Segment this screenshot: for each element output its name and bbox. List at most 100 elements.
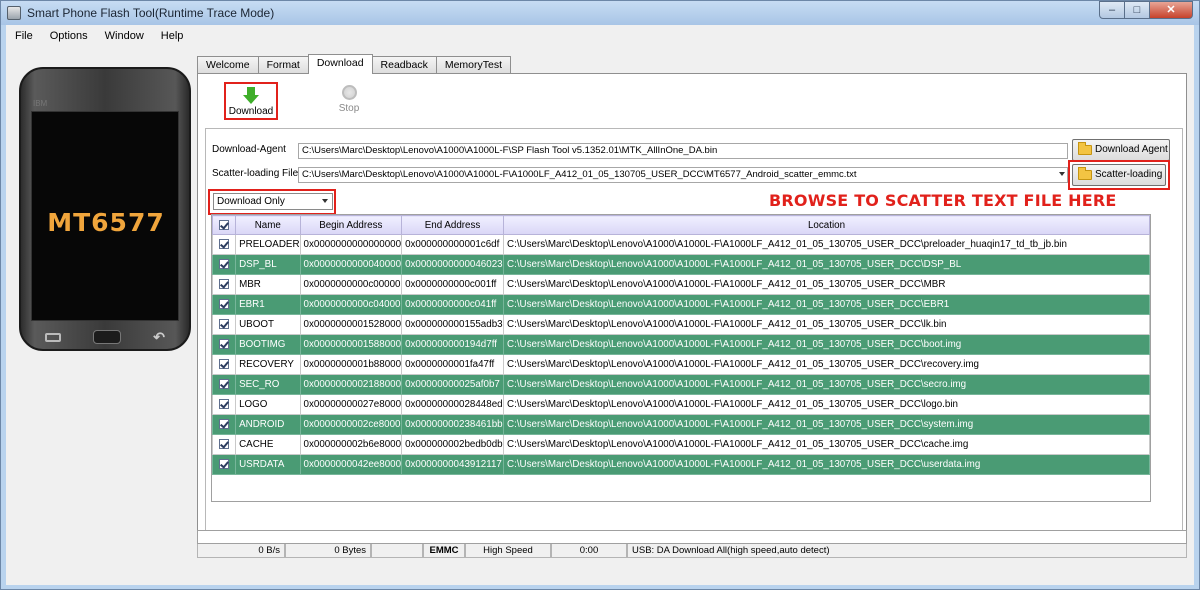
checkbox-icon[interactable] <box>219 279 230 290</box>
checkbox-icon[interactable] <box>219 419 230 430</box>
row-checkbox-cell[interactable] <box>212 394 237 415</box>
row-checkbox-cell[interactable] <box>212 454 237 475</box>
status-time: 0:00 <box>551 544 627 558</box>
header-location[interactable]: Location <box>503 215 1150 235</box>
table-row[interactable]: PRELOADER 0x0000000000000000 0x00000000000… <box>212 234 1150 255</box>
minimize-button[interactable]: – <box>1099 1 1125 19</box>
row-checkbox-cell[interactable] <box>212 254 237 275</box>
row-checkbox-cell[interactable] <box>212 294 237 315</box>
folder-icon <box>1078 167 1092 180</box>
checkbox-icon[interactable] <box>219 379 230 390</box>
row-checkbox-cell[interactable] <box>212 414 237 435</box>
checkbox-icon[interactable] <box>219 259 230 270</box>
download-mode-select[interactable]: Download Only <box>213 193 333 210</box>
tab-download[interactable]: Download <box>307 54 373 74</box>
download-mode-value: Download Only <box>217 196 285 207</box>
cell-location: C:\Users\Marc\Desktop\Lenovo\A1000\A1000… <box>503 394 1150 415</box>
app-icon <box>7 6 21 20</box>
table-row[interactable]: RECOVERY 0x0000000001b88000 0x0000000001fa… <box>212 354 1150 375</box>
header-name[interactable]: Name <box>235 215 301 235</box>
cell-name: DSP_BL <box>235 254 301 275</box>
scatter-loading-button[interactable]: Scatter-loading <box>1072 164 1166 186</box>
checkbox-icon[interactable] <box>219 459 230 470</box>
menu-window[interactable]: Window <box>96 30 152 42</box>
menu-options[interactable]: Options <box>41 30 96 42</box>
row-checkbox-cell[interactable] <box>212 334 237 355</box>
table-row[interactable]: CACHE 0x000000002b6e8000 0x000000002bedb0d… <box>212 434 1150 455</box>
checkbox-icon[interactable] <box>219 439 230 450</box>
row-checkbox-cell[interactable] <box>212 374 237 395</box>
table-row[interactable]: ANDROID 0x0000000002ce8000 0x0000000023846… <box>212 414 1150 435</box>
cell-begin-address: 0x0000000001528000 <box>299 314 403 335</box>
cell-location: C:\Users\Marc\Desktop\Lenovo\A1000\A1000… <box>503 354 1150 375</box>
table-row[interactable]: SEC_RO 0x0000000002188000 0x00000000025af0… <box>212 374 1150 395</box>
close-button[interactable]: ✕ <box>1149 1 1193 19</box>
tab-readback[interactable]: Readback <box>371 56 437 74</box>
tab-format[interactable]: Format <box>257 56 309 74</box>
tab-welcome[interactable]: Welcome <box>197 56 259 74</box>
menu-file[interactable]: File <box>6 30 41 42</box>
cell-location: C:\Users\Marc\Desktop\Lenovo\A1000\A1000… <box>503 334 1150 355</box>
status-bytes: 0 Bytes <box>285 544 371 558</box>
table-row[interactable]: UBOOT 0x0000000001528000 0x000000000155adb… <box>212 314 1150 335</box>
chevron-down-icon[interactable] <box>322 199 328 203</box>
status-spacer <box>371 544 423 558</box>
menu-help[interactable]: Help <box>152 30 192 42</box>
cell-begin-address: 0x00000000027e8000 <box>299 394 403 415</box>
client-area: IBM MT6577 ↶ Welcome Format Download Rea… <box>6 47 1194 585</box>
table-row[interactable]: MBR 0x0000000000c00000 0x0000000000c001ff C… <box>212 274 1150 295</box>
table-row[interactable]: USRDATA 0x0000000042ee8000 0x0000000043912… <box>212 454 1150 475</box>
cell-begin-address: 0x000000002b6e8000 <box>299 434 403 455</box>
chevron-down-icon[interactable] <box>1059 172 1065 176</box>
cell-end-address: 0x00000000028448ed <box>401 394 505 415</box>
phone-keys: ↶ <box>31 327 179 347</box>
cell-name: MBR <box>235 274 301 295</box>
cell-end-address: 0x000000000155adb3 <box>401 314 505 335</box>
browse-annotation: BROWSE TO SCATTER TEXT FILE HERE <box>769 191 1117 210</box>
row-checkbox-cell[interactable] <box>212 434 237 455</box>
menu-key-icon <box>45 332 61 342</box>
row-checkbox-cell[interactable] <box>212 274 237 295</box>
download-agent-button[interactable]: Download Agent <box>1072 139 1170 161</box>
checkbox-icon[interactable] <box>219 299 230 310</box>
tab-bar: Welcome Format Download Readback MemoryT… <box>197 54 512 74</box>
checkbox-icon[interactable] <box>219 399 230 410</box>
row-checkbox-cell[interactable] <box>212 234 237 255</box>
cell-end-address: 0x0000000043912117 <box>401 454 505 475</box>
window-title: Smart Phone Flash Tool(Runtime Trace Mod… <box>27 6 275 20</box>
cell-end-address: 0x000000000001c6df <box>401 234 505 255</box>
cell-end-address: 0x000000000194d7ff <box>401 334 505 355</box>
cell-end-address: 0x00000000238461bb <box>401 414 505 435</box>
checkbox-icon[interactable] <box>219 239 230 250</box>
checkbox-icon[interactable] <box>219 339 230 350</box>
scatter-file-combobox[interactable]: C:\Users\Marc\Desktop\Lenovo\A1000\A1000… <box>298 167 1068 183</box>
row-checkbox-cell[interactable] <box>212 314 237 335</box>
status-message: USB: DA Download All(high speed,auto det… <box>627 544 1187 558</box>
header-begin-address[interactable]: Begin Address <box>299 215 403 235</box>
stop-button[interactable]: Stop <box>322 82 376 120</box>
title-bar[interactable]: Smart Phone Flash Tool(Runtime Trace Mod… <box>1 1 1199 25</box>
download-button[interactable]: Download <box>224 82 278 120</box>
checkbox-icon[interactable] <box>219 359 230 370</box>
tab-memorytest[interactable]: MemoryTest <box>435 56 512 74</box>
window-controls: – □ ✕ <box>1099 1 1193 20</box>
cell-location: C:\Users\Marc\Desktop\Lenovo\A1000\A1000… <box>503 434 1150 455</box>
cell-begin-address: 0x0000000042ee8000 <box>299 454 403 475</box>
header-end-address[interactable]: End Address <box>401 215 505 235</box>
table-row[interactable]: BOOTIMG 0x0000000001588000 0x000000000194d… <box>212 334 1150 355</box>
maximize-button[interactable]: □ <box>1124 1 1150 19</box>
download-agent-field[interactable]: C:\Users\Marc\Desktop\Lenovo\A1000\A1000… <box>298 143 1068 159</box>
stop-button-label: Stop <box>338 103 360 114</box>
table-row[interactable]: LOGO 0x00000000027e8000 0x00000000028448ed… <box>212 394 1150 415</box>
checkbox-icon[interactable] <box>219 319 230 330</box>
checkbox-icon[interactable] <box>219 219 230 230</box>
cell-begin-address: 0x0000000000040000 <box>299 254 403 275</box>
cell-name: USRDATA <box>235 454 301 475</box>
cell-begin-address: 0x0000000000000000 <box>299 234 403 255</box>
partition-table: Name Begin Address End Address Location … <box>211 214 1151 502</box>
table-row[interactable]: DSP_BL 0x0000000000040000 0x00000000000460… <box>212 254 1150 275</box>
cell-name: ANDROID <box>235 414 301 435</box>
select-all-header[interactable] <box>212 215 237 235</box>
table-row[interactable]: EBR1 0x0000000000c04000 0x0000000000c041ff… <box>212 294 1150 315</box>
row-checkbox-cell[interactable] <box>212 354 237 375</box>
